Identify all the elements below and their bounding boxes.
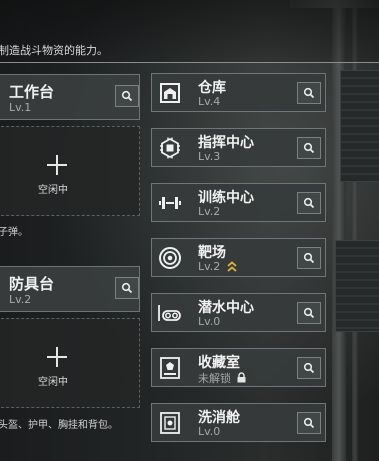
facility-decon-chamber[interactable]: 洗消舱 Lv.0 (151, 403, 326, 442)
facility-level: Lv.2 (198, 205, 221, 218)
search-icon (303, 197, 315, 209)
workbench-slot-status: 空闲中 (38, 185, 68, 196)
armor-bench-slot-status: 空闲中 (38, 377, 68, 388)
facility-command-center[interactable]: 指挥中心 Lv.3 (151, 128, 326, 167)
search-icon (121, 282, 133, 294)
facility-level: Lv.3 (198, 150, 221, 163)
facility-warehouse[interactable]: 仓库 Lv.4 (151, 73, 326, 112)
armor-bench-title: 防具台 (9, 275, 55, 293)
shooting-range-search-button[interactable] (297, 247, 321, 269)
module-description: 制造战斗物资的能力。 (0, 0, 379, 63)
search-icon (303, 252, 315, 264)
module-description-text: 制造战斗物资的能力。 (0, 44, 108, 57)
facility-name: 收藏室 (198, 355, 240, 371)
workbench-title: 工作台 (9, 83, 55, 101)
command-center-search-button[interactable] (297, 137, 321, 159)
facility-shooting-range[interactable]: 靶场 Lv.2 (151, 238, 326, 277)
search-icon (303, 417, 315, 429)
divider (0, 62, 379, 63)
diving-icon (158, 305, 181, 321)
armor-bench-card[interactable]: 防具台 Lv.2 (0, 266, 140, 312)
search-icon (303, 307, 315, 319)
target-icon (159, 247, 181, 269)
facility-diving-center[interactable]: 潜水中心 Lv.0 (151, 293, 326, 332)
dumbbell-icon (159, 197, 181, 209)
facility-level: Lv.0 (198, 425, 221, 438)
facility-training-center[interactable]: 训练中心 Lv.2 (151, 183, 326, 222)
diving-center-search-button[interactable] (297, 302, 321, 324)
warehouse-icon (160, 83, 180, 103)
workbench-production-slot[interactable]: 空闲中 (0, 126, 140, 216)
facility-collection-room[interactable]: 收藏室 未解锁 (151, 348, 326, 387)
search-icon (303, 142, 315, 154)
search-icon (303, 362, 315, 374)
warehouse-search-button[interactable] (297, 82, 321, 104)
facility-name: 洗消舱 (198, 410, 240, 426)
workbench-search-button[interactable] (115, 85, 139, 107)
facility-level: Lv.2 (198, 260, 221, 273)
upgrade-available-icon (227, 261, 237, 272)
facility-name: 训练中心 (198, 190, 254, 206)
search-icon (121, 90, 133, 102)
facility-name: 靶场 (198, 245, 226, 261)
facility-name: 仓库 (198, 80, 226, 96)
collection-icon (160, 357, 180, 379)
facility-level: Lv.0 (198, 315, 221, 328)
search-icon (303, 87, 315, 99)
add-icon (47, 347, 67, 367)
lock-icon (237, 372, 246, 383)
armor-bench-production-slot[interactable]: 空闲中 (0, 318, 140, 408)
training-center-search-button[interactable] (297, 192, 321, 214)
facility-name: 潜水中心 (198, 300, 254, 316)
decon-chamber-search-button[interactable] (297, 412, 321, 434)
facility-name: 指挥中心 (198, 135, 254, 151)
workbench-level: Lv.1 (9, 101, 32, 114)
collection-room-search-button[interactable] (297, 357, 321, 379)
armor-bench-search-button[interactable] (115, 277, 139, 299)
armor-bench-level: Lv.2 (9, 293, 32, 306)
workbench-card[interactable]: 工作台 Lv.1 (0, 74, 140, 120)
add-icon (47, 155, 67, 175)
workbench-footer: 子弹。 (0, 227, 28, 238)
chip-icon (160, 137, 180, 159)
armor-bench-footer: 头盔、护甲、胸挂和背包。 (0, 420, 118, 431)
decon-icon (160, 412, 180, 434)
facility-level: Lv.4 (198, 95, 221, 108)
facility-status: 未解锁 (198, 372, 231, 385)
